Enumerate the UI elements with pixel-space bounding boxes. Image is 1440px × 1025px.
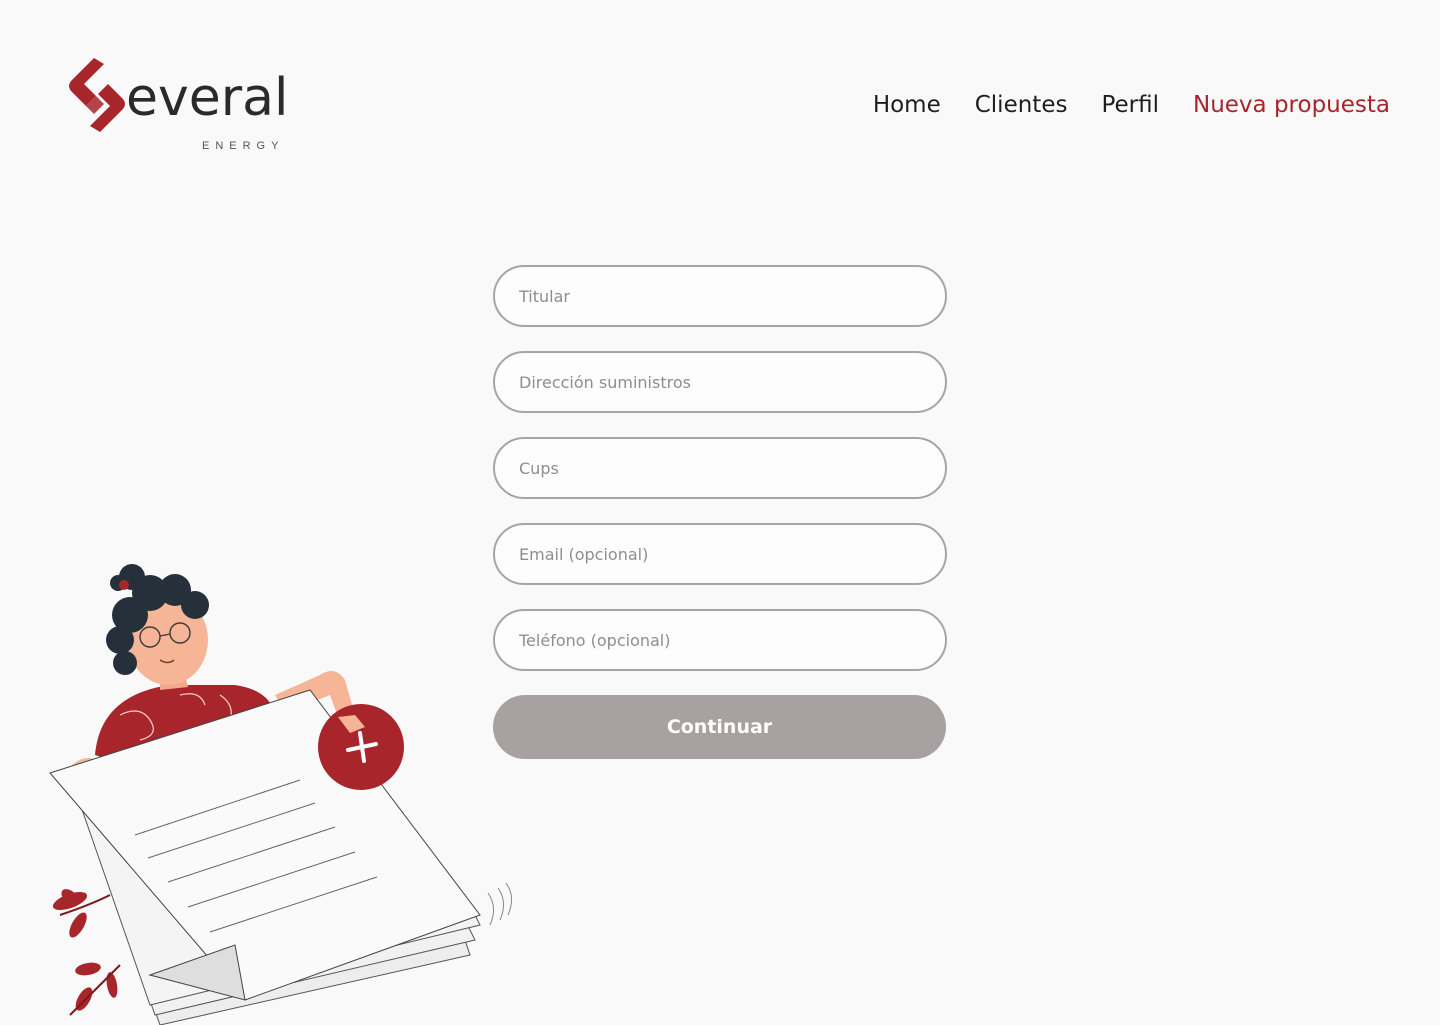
brand-wordmark: everal: [126, 68, 289, 128]
logo-s-mark-icon: [69, 58, 125, 132]
leaves-icon: [52, 889, 121, 1016]
woman-with-document-illustration: [49, 564, 512, 1025]
telefono-input[interactable]: [493, 609, 947, 671]
brand-logo[interactable]: everal ENERGY: [64, 56, 294, 156]
nav-nueva-propuesta[interactable]: Nueva propuesta: [1193, 92, 1390, 118]
continuar-button[interactable]: Continuar: [493, 695, 946, 759]
main-nav: Home Clientes Perfil Nueva propuesta: [873, 92, 1390, 118]
nueva-propuesta-form: Continuar: [493, 265, 947, 759]
nav-clientes[interactable]: Clientes: [975, 92, 1068, 118]
cups-input[interactable]: [493, 437, 947, 499]
direccion-suministros-input[interactable]: [493, 351, 947, 413]
titular-input[interactable]: [493, 265, 947, 327]
nav-perfil[interactable]: Perfil: [1101, 92, 1159, 118]
email-input[interactable]: [493, 523, 947, 585]
brand-tagline: ENERGY: [202, 140, 285, 152]
nav-home[interactable]: Home: [873, 92, 941, 118]
